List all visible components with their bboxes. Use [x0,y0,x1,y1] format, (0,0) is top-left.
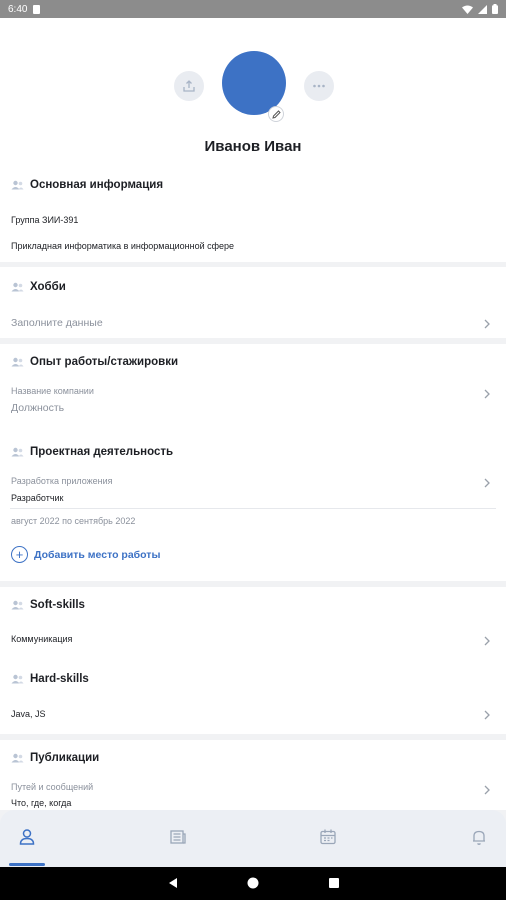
program-text: Прикладная информатика в информационной … [11,241,235,251]
work-title: Опыт работы/стажировки [11,356,178,368]
battery-icon [492,4,498,14]
project-role[interactable]: Разработчик [11,493,63,503]
wifi-icon [462,5,473,14]
hobby-title-text: Хобби [30,281,66,293]
chevron-right-icon[interactable] [482,478,492,488]
share-button[interactable] [174,71,204,101]
publications-card: Публикации Путей и сообщений Что, где, к… [0,740,506,810]
chevron-right-icon[interactable] [482,785,492,795]
calendar-tab-icon[interactable] [318,827,338,847]
publication-venue[interactable]: Путей и сообщений [11,782,93,792]
edit-avatar-button[interactable] [268,106,284,122]
plus-icon: + [11,546,28,563]
chevron-right-icon[interactable] [482,636,492,646]
system-navigation-bar [0,867,506,900]
people-icon [11,753,24,763]
back-icon[interactable] [167,877,179,889]
skills-card: Soft-skills Коммуникация Hard-skills Jav… [0,587,506,734]
project-title-text: Проектная деятельность [30,446,174,458]
basic-info-title-text: Основная информация [30,179,164,191]
more-dots-icon [313,84,325,88]
work-title-text: Опыт работы/стажировки [30,356,179,368]
soft-skills-title: Soft-skills [11,599,85,611]
project-period: август 2022 по сентябрь 2022 [11,516,136,526]
publication-name[interactable]: Что, где, когда [11,798,71,808]
share-icon [183,80,195,92]
hobby-card[interactable]: Хобби Заполните данные [0,267,506,338]
hobby-placeholder: Заполните данные [11,317,103,329]
more-button[interactable] [304,71,334,101]
soft-skills-title-text: Soft-skills [30,599,85,611]
hard-skills-title: Hard-skills [11,673,89,685]
profile-header: Иванов Иван [0,18,506,165]
bottom-tab-bar [0,810,506,867]
people-icon [11,447,24,457]
publications-title-text: Публикации [30,752,100,764]
sim-card-icon [33,4,41,14]
recents-icon[interactable] [328,877,340,889]
hard-skills-title-text: Hard-skills [30,673,89,685]
chevron-right-icon [484,319,490,329]
news-tab-icon[interactable] [168,827,188,847]
people-icon [11,282,24,292]
basic-info-title: Основная информация [11,179,163,191]
chevron-right-icon[interactable] [482,389,492,399]
hobby-title: Хобби [11,281,66,293]
project-name[interactable]: Разработка приложения [11,476,113,486]
signal-icon [478,4,487,14]
position-placeholder[interactable]: Должность [11,402,64,414]
profile-tab-icon[interactable] [17,827,37,847]
active-tab-indicator [9,863,45,866]
company-placeholder[interactable]: Название компании [11,386,94,396]
pencil-icon [271,109,281,119]
people-icon [11,180,24,190]
add-work-button[interactable]: + Добавить место работы [11,546,160,563]
notifications-tab-icon[interactable] [469,827,489,847]
soft-skills-value[interactable]: Коммуникация [11,634,72,644]
people-icon [11,600,24,610]
status-time: 6:40 [8,3,28,15]
people-icon [11,357,24,367]
home-icon[interactable] [247,877,259,889]
people-icon [11,674,24,684]
project-title: Проектная деятельность [11,446,173,458]
profile-name: Иванов Иван [204,138,302,155]
chevron-right-icon[interactable] [482,710,492,720]
profile-content[interactable]: Иванов Иван Основная информация Группа З… [0,18,506,810]
divider [10,508,496,509]
add-work-label: Добавить место работы [34,548,161,561]
basic-info-card: Основная информация Группа ЗИИ-391 Прикл… [0,165,506,262]
work-card: Опыт работы/стажировки Название компании… [0,344,506,581]
status-bar: 6:40 [0,0,506,18]
group-text: Группа ЗИИ-391 [11,215,79,225]
hard-skills-value[interactable]: Java, JS [11,709,46,719]
publications-title: Публикации [11,752,99,764]
